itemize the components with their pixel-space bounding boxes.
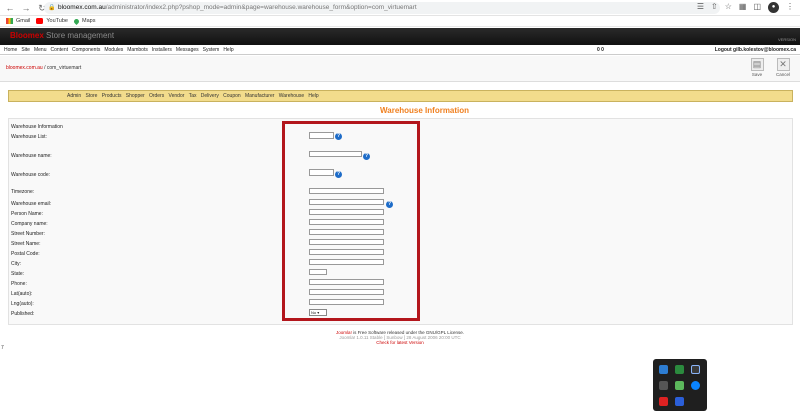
label-company-name: Company name:: [11, 221, 48, 227]
menu-content[interactable]: Content: [50, 47, 68, 53]
check-version-link[interactable]: Check for latest Version: [0, 340, 800, 345]
menu-components[interactable]: Components: [72, 47, 100, 53]
admin-menu: Home Site Menu Content Components Module…: [0, 45, 800, 55]
system-tray-overflow: [653, 359, 707, 411]
nvidia-icon[interactable]: [675, 365, 684, 374]
label-warehouse-name: Warehouse name:: [11, 153, 52, 159]
vm-orders[interactable]: Orders: [149, 93, 164, 99]
form-heading: Warehouse Information: [11, 124, 63, 130]
vm-manufacturer[interactable]: Manufacturer: [245, 93, 274, 99]
forward-icon[interactable]: →: [20, 2, 32, 14]
bookmark-maps[interactable]: Maps: [72, 17, 95, 25]
label-warehouse-code: Warehouse code:: [11, 172, 51, 178]
extensions-icon[interactable]: ▦: [739, 2, 747, 13]
label-phone: Phone:: [11, 281, 27, 287]
message-counter: 0 0: [597, 47, 604, 53]
bookmark-gmail[interactable]: Gmail: [6, 18, 30, 24]
label-warehouse-list: Warehouse List:: [11, 134, 47, 140]
menu-home[interactable]: Home: [4, 47, 17, 53]
virtuemart-menu: Admin Store Products Shopper Orders Vend…: [8, 90, 793, 102]
breadcrumb: bloomex.com.au / com_virtuemart: [6, 65, 82, 71]
menu-system[interactable]: System: [203, 47, 220, 53]
breadcrumb-component: com_virtuemart: [46, 65, 82, 71]
vm-coupon[interactable]: Coupon: [223, 93, 241, 99]
edge-icon[interactable]: [659, 365, 668, 374]
site-logo: Bloomex Store management: [10, 31, 115, 40]
back-icon[interactable]: ←: [4, 2, 16, 14]
bookmarks-bar: Gmail YouTube Maps: [0, 16, 800, 27]
menu-modules[interactable]: Modules: [104, 47, 123, 53]
admin-header: Bloomex Store management VERSION: [0, 28, 800, 45]
app-icon[interactable]: [691, 381, 700, 390]
menu-installers[interactable]: Installers: [152, 47, 172, 53]
security-icon[interactable]: [675, 381, 684, 390]
label-timezone: Timezone:: [11, 189, 35, 195]
share-icon[interactable]: ⇧: [711, 2, 718, 13]
record-icon[interactable]: [659, 397, 668, 406]
highlight-box: [282, 121, 420, 321]
cancel-button[interactable]: ✕ Cancel: [774, 58, 792, 80]
bluetooth-icon[interactable]: [675, 397, 684, 406]
label-lat: Lat(auto):: [11, 291, 33, 297]
vm-store[interactable]: Store: [85, 93, 97, 99]
network-icon[interactable]: [659, 381, 668, 390]
label-state: State:: [11, 271, 25, 277]
address-bar[interactable]: 🔒 bloomex.com.au/administrator/index2.ph…: [44, 2, 720, 14]
sidebar-icon[interactable]: ◫: [753, 2, 761, 13]
page-footer: Joomla! is Free Software released under …: [0, 330, 800, 345]
notes-icon[interactable]: [691, 365, 700, 374]
vm-delivery[interactable]: Delivery: [201, 93, 219, 99]
gmail-icon: [6, 18, 13, 24]
maps-icon: [72, 17, 81, 25]
save-button[interactable]: ▤ Save: [748, 58, 766, 80]
url-path: /administrator/index2.php?pshop_mode=adm…: [105, 4, 417, 11]
bookmark-youtube[interactable]: YouTube: [36, 18, 68, 24]
vm-help[interactable]: Help: [308, 93, 318, 99]
label-postal-code: Postal Code:: [11, 251, 40, 257]
label-street-name: Street Name:: [11, 241, 41, 247]
vm-warehouse[interactable]: Warehouse: [279, 93, 304, 99]
label-warehouse-email: Warehouse email:: [11, 201, 52, 207]
vm-vendor[interactable]: Vendor: [169, 93, 185, 99]
logout-link[interactable]: Logout gilb.kolestov@bloomex.ca: [715, 47, 796, 53]
vm-tax[interactable]: Tax: [189, 93, 197, 99]
action-toolbar: bloomex.com.au / com_virtuemart ▤ Save ✕…: [0, 56, 800, 82]
browser-toolbar: ← → ↻ 🔒 bloomex.com.au/administrator/ind…: [0, 0, 800, 16]
version-label: VERSION: [777, 37, 796, 42]
vm-admin[interactable]: Admin: [67, 93, 81, 99]
side-marker: 7: [1, 345, 4, 351]
cancel-icon: ✕: [776, 58, 790, 71]
profile-avatar[interactable]: ●: [768, 2, 779, 13]
menu-help[interactable]: Help: [223, 47, 233, 53]
label-person-name: Person Name:: [11, 211, 43, 217]
star-icon[interactable]: ☆: [725, 2, 732, 13]
label-lng: Lng(auto):: [11, 301, 34, 307]
label-city: City:: [11, 261, 21, 267]
menu-site[interactable]: Site: [21, 47, 30, 53]
label-street-number: Street Number:: [11, 231, 45, 237]
breadcrumb-site[interactable]: bloomex.com.au: [6, 65, 43, 71]
youtube-icon: [36, 18, 44, 24]
menu-menu[interactable]: Menu: [34, 47, 47, 53]
save-icon: ▤: [750, 58, 764, 71]
more-icon[interactable]: ⋮: [786, 2, 794, 13]
page-title: Warehouse Information: [380, 106, 470, 115]
label-published: Published:: [11, 311, 35, 317]
menu-messages[interactable]: Messages: [176, 47, 199, 53]
translate-icon[interactable]: ☰: [697, 2, 704, 13]
lock-icon: 🔒: [48, 5, 56, 11]
url-host: bloomex.com.au: [58, 4, 106, 11]
menu-mambots[interactable]: Mambots: [127, 47, 148, 53]
vm-products[interactable]: Products: [102, 93, 122, 99]
vm-shopper[interactable]: Shopper: [126, 93, 145, 99]
